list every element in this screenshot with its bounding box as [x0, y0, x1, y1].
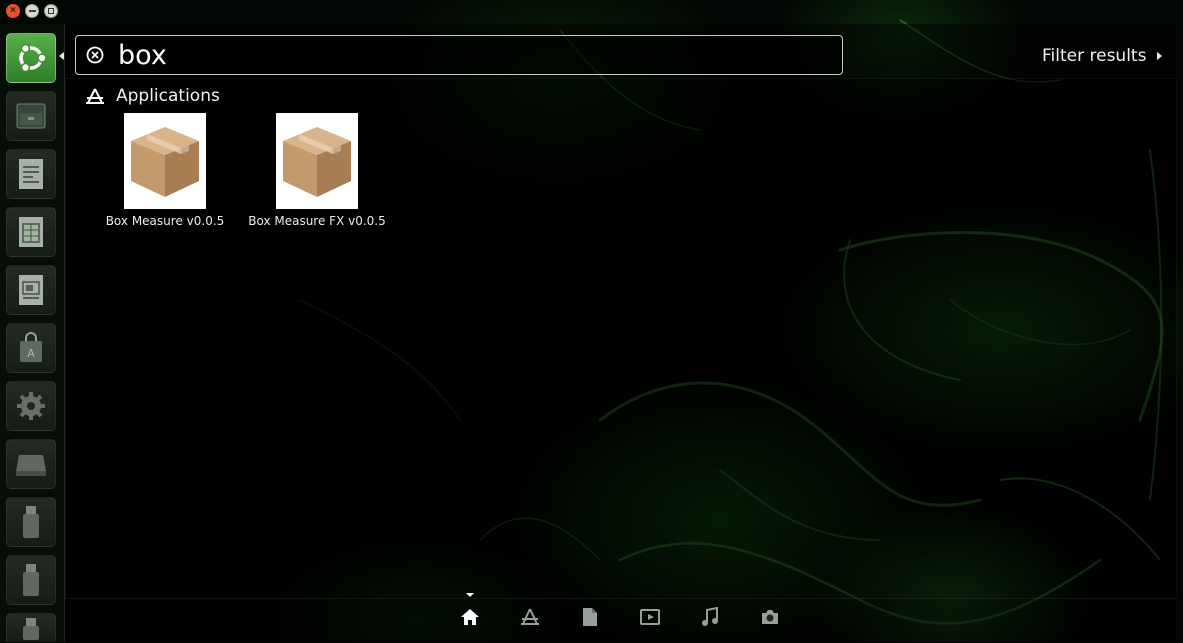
- lens-files-button[interactable]: [578, 605, 602, 629]
- ubuntu-logo-icon: [19, 43, 47, 73]
- launcher-calc-button[interactable]: [6, 207, 56, 257]
- launcher-usb-2-button[interactable]: [6, 555, 56, 605]
- dash-right-edge: [1175, 24, 1183, 642]
- maximize-icon: [48, 8, 54, 14]
- lens-home-button[interactable]: [458, 605, 482, 629]
- presentation-icon: [19, 275, 43, 305]
- close-window-button[interactable]: ×: [6, 4, 20, 18]
- applications-icon: [521, 608, 539, 625]
- filter-results-button[interactable]: Filter results: [1042, 46, 1163, 66]
- file-icon: [583, 608, 597, 626]
- home-icon: [461, 609, 479, 625]
- category-title: Applications: [116, 86, 220, 106]
- usb-drive-icon: [23, 564, 39, 596]
- active-lens-indicator: [466, 593, 474, 597]
- usb-drive-icon: [23, 506, 39, 538]
- result-label: Box Measure v0.0.5: [105, 214, 225, 228]
- result-label: Box Measure FX v0.0.5: [248, 214, 386, 228]
- maximize-window-button[interactable]: [44, 4, 58, 18]
- launcher-usb-1-button[interactable]: [6, 497, 56, 547]
- minimize-window-button[interactable]: [25, 4, 39, 18]
- applications-icon: [86, 88, 104, 104]
- search-box: [75, 35, 843, 75]
- lens-photos-button[interactable]: [758, 605, 782, 629]
- launcher-disk-button[interactable]: [6, 439, 56, 489]
- file-manager-icon: [16, 103, 46, 129]
- launcher-usb-3-button[interactable]: [6, 613, 56, 642]
- package-box-icon: [124, 113, 206, 209]
- camera-icon: [762, 610, 778, 624]
- window-controls: ×: [6, 4, 58, 18]
- result-item[interactable]: Box Measure FX v0.0.5: [242, 113, 392, 228]
- shopping-bag-icon: A: [20, 332, 42, 362]
- spreadsheet-icon: [19, 217, 43, 247]
- clear-circle-icon: [86, 46, 104, 64]
- close-icon: ×: [10, 5, 16, 16]
- search-input[interactable]: [118, 37, 842, 73]
- lens-bar: [65, 598, 1175, 643]
- result-item[interactable]: Box Measure v0.0.5: [90, 113, 240, 228]
- usb-drive-icon: [23, 618, 39, 640]
- launcher-impress-button[interactable]: [6, 265, 56, 315]
- launcher-system-settings-button[interactable]: [6, 381, 56, 431]
- gear-icon: [17, 392, 45, 420]
- clear-search-button[interactable]: [86, 46, 104, 64]
- launcher-dash-home-button[interactable]: [6, 33, 56, 83]
- minimize-icon: [28, 10, 36, 12]
- launcher-files-button[interactable]: [6, 91, 56, 141]
- music-icon: [702, 607, 718, 626]
- lens-video-button[interactable]: [638, 605, 662, 629]
- filter-results-label: Filter results: [1042, 46, 1147, 66]
- category-header: Applications: [86, 86, 220, 106]
- chevron-right-icon: [1157, 52, 1163, 60]
- lens-music-button[interactable]: [698, 605, 722, 629]
- launcher-software-center-button[interactable]: A: [6, 323, 56, 373]
- launcher-active-indicator: [59, 52, 64, 60]
- lens-applications-button[interactable]: [518, 605, 542, 629]
- document-icon: [19, 159, 43, 189]
- drive-icon: [16, 455, 46, 476]
- svg-text:A: A: [27, 347, 35, 360]
- launcher: A: [0, 24, 65, 642]
- video-icon: [640, 609, 660, 625]
- launcher-writer-button[interactable]: [6, 149, 56, 199]
- package-box-icon: [276, 113, 358, 209]
